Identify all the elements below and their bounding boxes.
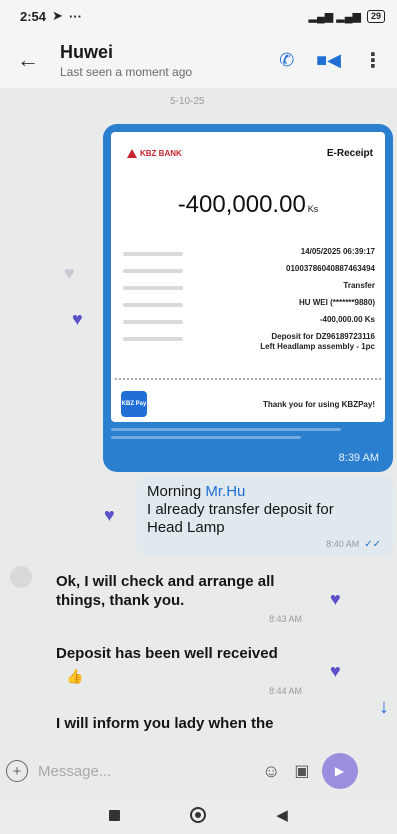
back-arrow-icon[interactable]: ← xyxy=(10,47,46,73)
read-check-icon: ✓✓ xyxy=(364,539,381,550)
bank-name: KBZ BANK xyxy=(140,149,182,158)
receipt-thanks: Thank you for using KBZPay! xyxy=(262,399,375,409)
status-bar: 2:54 ➤ ··· ▂▄▆ ▂▄▆ 29 xyxy=(0,0,397,32)
receipt-row-label xyxy=(123,269,183,273)
message-text: Morning Mr.Hu I already transfer deposit… xyxy=(147,483,383,537)
contact-status: Last seen a moment ago xyxy=(60,64,193,79)
contact-name: Huwei xyxy=(60,41,114,62)
message-time: 8:39 AM xyxy=(338,452,379,464)
add-icon[interactable]: + xyxy=(6,760,28,782)
more-vertical-icon[interactable]: ⋮ xyxy=(363,48,383,73)
receipt-row: 01003786040887463494 xyxy=(123,264,375,280)
receipt-row-label xyxy=(123,286,183,290)
receipt-amount: -400,000.00 Ks xyxy=(111,191,385,219)
receipt-row-value: Deposit for DZ96189723116 Left Headlamp … xyxy=(260,332,375,351)
receipt-row-value: -400,000.00 Ks xyxy=(319,315,375,324)
greeting-text: Morning xyxy=(147,483,206,500)
chat-header: ← Huwei Last seen a moment ago ✆ ■◀ ⋮ xyxy=(0,32,397,88)
message-input[interactable] xyxy=(38,762,248,780)
voice-icon[interactable]: ▶ xyxy=(321,753,358,789)
receipt-row: 14/05/2025 06:39:17 xyxy=(123,247,375,263)
kbz-bank-logo: KBZ BANK xyxy=(127,149,182,158)
heart-reaction-icon: ♥ xyxy=(330,589,341,609)
message-time: 8:40 AM xyxy=(326,539,360,549)
contact-info[interactable]: Huwei Last seen a moment ago xyxy=(46,42,279,79)
chat-area[interactable]: 5-10-25 ♥ ♥ KBZ BANK E-Receipt -400,000.… xyxy=(0,88,397,746)
message-text: I will inform you lady when the xyxy=(56,715,274,732)
message-text: Deposit has been well received xyxy=(56,645,278,662)
amount-currency: Ks xyxy=(307,204,319,214)
receipt-divider xyxy=(115,378,381,380)
receipt-details: 14/05/2025 06:39:17 01003786040887463494… xyxy=(111,247,385,352)
receipt-title: E-Receipt xyxy=(326,148,373,159)
receipt-row-value: 14/05/2025 06:39:17 xyxy=(300,247,375,256)
heart-reaction-icon: ♥ xyxy=(64,263,75,283)
receipt-row: HU WEI (*******9880) xyxy=(123,298,375,314)
incoming-message[interactable]: I will inform you lady when the xyxy=(0,714,397,733)
heart-reaction-icon: ♥ xyxy=(72,309,83,329)
receipt-footnote xyxy=(111,436,301,439)
receipt-row: -400,000.00 Ks xyxy=(123,315,375,331)
signal-icon: ▂▄▆ ▂▄▆ xyxy=(308,10,361,23)
message-time: 8:43 AM xyxy=(268,614,302,624)
receipt-row-label xyxy=(123,320,183,324)
back-triangle-icon[interactable]: ◀ xyxy=(276,806,288,824)
message-text: Ok, I will check and arrange all things,… xyxy=(56,573,275,609)
message-time: 8:44 AM xyxy=(268,686,302,696)
system-navbar: ◀ xyxy=(0,796,397,834)
thumbs-up-icon: 👍 xyxy=(66,668,84,684)
receipt-image-message[interactable]: KBZ BANK E-Receipt -400,000.00 Ks 14/05/2… xyxy=(103,124,393,472)
kbzpay-logo: KBZ Pay xyxy=(121,391,147,417)
heart-reaction-icon: ♥ xyxy=(330,661,341,681)
more-notifications-icon: ··· xyxy=(68,8,82,24)
mention-link[interactable]: Mr.Hu xyxy=(205,483,245,500)
video-call-icon[interactable]: ■◀ xyxy=(316,50,341,71)
receipt-row-value: 01003786040887463494 xyxy=(286,264,375,273)
location-icon: ➤ xyxy=(52,8,63,23)
message-composer: + ☺ ▣ ▶ xyxy=(0,746,397,796)
receipt-row-value: HU WEI (*******9880) xyxy=(298,298,375,307)
scroll-down-arrow-icon[interactable]: ↓ xyxy=(379,696,389,719)
amount-value: -400,000.00 xyxy=(177,191,306,218)
home-icon[interactable] xyxy=(190,807,207,823)
outgoing-message[interactable]: Morning Mr.Hu I already transfer deposit… xyxy=(137,476,393,556)
receipt-footnote xyxy=(111,428,341,431)
date-label: 5-10-25 xyxy=(170,96,205,107)
receipt-row-label xyxy=(123,337,183,341)
status-time: 2:54 xyxy=(20,8,47,24)
kbz-logo-icon xyxy=(127,149,137,158)
sticker-icon[interactable]: ▣ xyxy=(294,761,309,781)
battery-icon: 29 xyxy=(366,9,385,23)
heart-reaction-icon: ♥ xyxy=(104,505,115,525)
receipt-card: KBZ BANK E-Receipt -400,000.00 Ks 14/05/2… xyxy=(111,132,385,422)
receipt-row-label xyxy=(123,252,183,256)
emoji-icon[interactable]: ☺ xyxy=(262,761,280,782)
receipt-row-label xyxy=(123,303,183,307)
receipt-row: Deposit for DZ96189723116 Left Headlamp … xyxy=(123,332,375,352)
message-body: I already transfer deposit for Head Lamp xyxy=(147,501,334,536)
phone-icon[interactable]: ✆ xyxy=(279,50,294,71)
receipt-row-value: Transfer xyxy=(343,281,375,290)
recent-apps-icon[interactable] xyxy=(109,809,121,821)
receipt-row: Transfer xyxy=(123,281,375,297)
